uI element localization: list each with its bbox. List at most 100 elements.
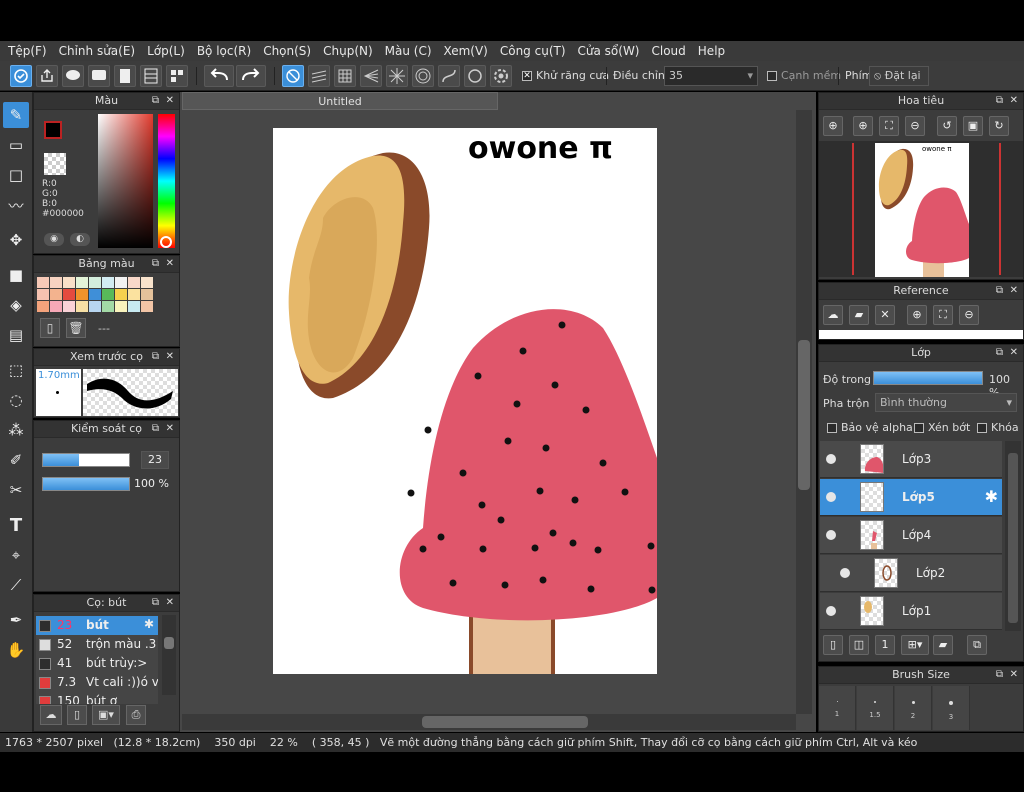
text-tool-icon[interactable]: T [3, 512, 29, 538]
float-icon[interactable]: ⧉ [152, 421, 159, 437]
palette-swatch[interactable] [76, 277, 88, 288]
layer-row[interactable]: Lớp2 [820, 555, 1002, 592]
panels-icon[interactable] [166, 65, 188, 87]
menu-item[interactable]: Lớp(L) [143, 44, 193, 58]
float-icon[interactable]: ⧉ [152, 256, 159, 272]
close-icon[interactable]: ✕ [166, 256, 174, 272]
palette-swatch[interactable] [89, 289, 101, 300]
snap-circle-icon[interactable] [412, 65, 434, 87]
magic-wand-tool-icon[interactable]: ⁂ [3, 417, 29, 443]
horizontal-scrollbar[interactable] [182, 714, 796, 730]
palette-swatch[interactable] [50, 277, 62, 288]
float-icon[interactable]: ⧉ [152, 349, 159, 365]
export-icon[interactable] [36, 65, 58, 87]
palette-swatch[interactable] [63, 277, 75, 288]
rotate-left-icon[interactable]: ↺ [937, 116, 957, 136]
zoom-out-icon[interactable]: ⊖ [959, 305, 979, 325]
blend-select[interactable]: Bình thường ▾ [875, 393, 1017, 412]
transparent-swatch[interactable] [44, 153, 66, 175]
close-icon[interactable]: ✕ [1010, 345, 1018, 361]
brush-item[interactable]: 52 trộn màu .3 [36, 635, 158, 654]
layer-row[interactable]: Lớp1 [820, 593, 1002, 630]
palette-swatch[interactable] [115, 301, 127, 312]
comment-icon[interactable] [88, 65, 110, 87]
size-value[interactable]: 23 [141, 451, 169, 469]
eraser-tool-icon[interactable]: ▭ [3, 132, 29, 158]
hand-tool-icon[interactable]: ✋ [3, 637, 29, 663]
cloud-open-icon[interactable]: ☁ [823, 305, 843, 325]
new-1bit-layer-icon[interactable]: 1 [875, 635, 895, 655]
brush-settings-icon[interactable]: ⎙ [126, 705, 146, 725]
palette-swatch[interactable] [128, 301, 140, 312]
brush-tool-icon[interactable]: ✎ [3, 102, 29, 128]
menu-item[interactable]: Chỉnh sửa(E) [55, 44, 144, 58]
palette-swatch[interactable] [141, 301, 153, 312]
close-icon[interactable]: ✕ [166, 93, 174, 109]
float-icon[interactable]: ⧉ [996, 93, 1003, 109]
palette-swatch[interactable] [63, 289, 75, 300]
layer-scrollbar[interactable] [1005, 441, 1021, 631]
gear-icon[interactable]: ✱ [985, 487, 998, 506]
hue-slider[interactable] [158, 114, 175, 248]
palette-swatch[interactable] [37, 301, 49, 312]
snap-ellipse-icon[interactable] [464, 65, 486, 87]
new-layer-icon[interactable]: ▯ [823, 635, 843, 655]
hue-handle[interactable] [160, 236, 172, 248]
move-tool-icon[interactable]: ✥ [3, 227, 29, 253]
menu-item[interactable]: Tệp(F) [4, 44, 55, 58]
palette-swatch[interactable] [76, 301, 88, 312]
palette-swatch[interactable] [128, 289, 140, 300]
new-halftone-layer-icon[interactable]: ◫ [849, 635, 869, 655]
menu-item[interactable]: Màu (C) [381, 44, 440, 58]
close-icon[interactable]: ✕ [166, 595, 174, 611]
layer-menu-icon[interactable]: ⊞▾ [901, 635, 929, 655]
snap-radial-icon[interactable] [386, 65, 408, 87]
navigator-preview[interactable]: owone π [819, 141, 1023, 277]
bucket-tool-icon[interactable]: ◈ [3, 292, 29, 318]
adjust-select[interactable]: 35 ▾ [664, 66, 758, 86]
float-icon[interactable]: ⧉ [996, 345, 1003, 361]
brush-item[interactable]: 41 bút trùy:> [36, 654, 158, 673]
color-wheel-icon[interactable]: ◉ [44, 233, 64, 246]
zoom-out-icon[interactable]: ⊖ [905, 116, 925, 136]
palette-swatch[interactable] [89, 277, 101, 288]
close-icon[interactable]: ✕ [1010, 283, 1018, 299]
palette-swatch[interactable] [76, 289, 88, 300]
eye-icon[interactable] [826, 530, 836, 540]
zoom-in-icon[interactable]: ⊕ [907, 305, 927, 325]
float-icon[interactable]: ⧉ [152, 595, 159, 611]
menu-item[interactable]: Bộ lọc(R) [193, 44, 259, 58]
opacity-slider[interactable] [42, 477, 130, 491]
layer-row[interactable]: Lớp5 ✱ [820, 479, 1002, 516]
size-slider[interactable] [42, 453, 130, 467]
drawing-canvas[interactable]: owone π [273, 128, 657, 674]
divide-tool-icon[interactable]: ⟋ [3, 572, 29, 598]
undo-icon[interactable] [204, 65, 234, 87]
close-icon[interactable]: ✕ [1010, 667, 1018, 683]
menu-item[interactable]: Công cụ(T) [496, 44, 574, 58]
float-icon[interactable]: ⧉ [152, 93, 159, 109]
snap-curve-icon[interactable] [438, 65, 460, 87]
menu-item[interactable]: Cloud [648, 44, 694, 58]
close-icon[interactable]: ✕ [166, 421, 174, 437]
clip-checkbox[interactable]: Xén bớt [914, 421, 970, 434]
zoom-plus-icon[interactable]: ⊕ [853, 116, 873, 136]
palette-swatch[interactable] [89, 301, 101, 312]
close-icon[interactable]: ✕ [166, 349, 174, 365]
eye-icon[interactable] [826, 454, 836, 464]
palette-swatch[interactable] [141, 289, 153, 300]
brush-item[interactable]: 23 bút ✱ [36, 616, 158, 635]
fit-icon[interactable]: ⛶ [933, 305, 953, 325]
antialias-checkbox[interactable]: ✕ Khử răng cưa [522, 69, 609, 82]
fill-rect-tool-icon[interactable]: ■ [3, 262, 29, 288]
menu-item[interactable]: Chụp(N) [319, 44, 381, 58]
new-brush-icon[interactable]: ▯ [67, 705, 87, 725]
menu-item[interactable]: Xem(V) [440, 44, 496, 58]
brush-list-scrollbar[interactable] [162, 615, 176, 695]
chat-bubble-icon[interactable] [62, 65, 84, 87]
palette-swatch[interactable] [128, 277, 140, 288]
snap-parallel-icon[interactable] [308, 65, 330, 87]
brush-size-cell[interactable]: 1 [819, 686, 856, 730]
soft-edge-checkbox[interactable]: Cạnh mềm [767, 69, 841, 82]
operation-tool-icon[interactable]: ⌖ [3, 542, 29, 568]
